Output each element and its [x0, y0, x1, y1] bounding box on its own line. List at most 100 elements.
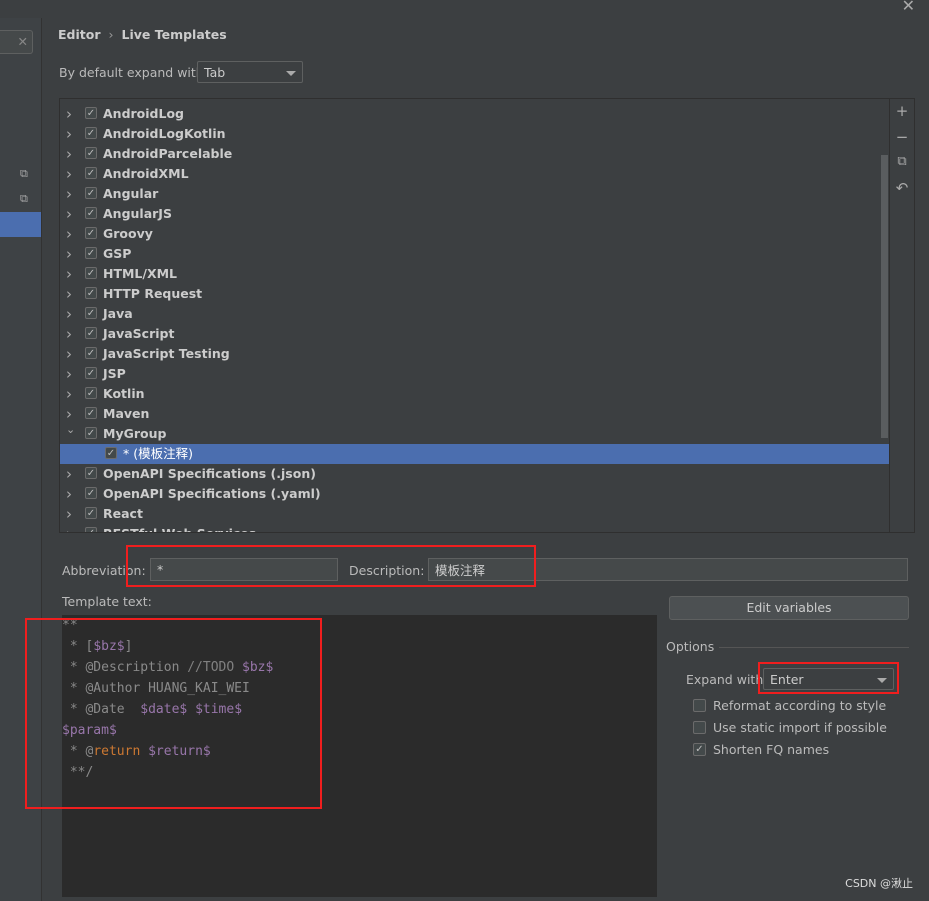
tree-item[interactable]: ⌄ ✓ MyGroup: [60, 423, 889, 444]
tree-item[interactable]: › ✓ AndroidXML: [60, 164, 889, 184]
options-title: Options: [666, 639, 715, 654]
tree-item[interactable]: › ✓ GSP: [60, 244, 889, 264]
tree-item-checkbox[interactable]: ✓: [85, 287, 97, 299]
undo-icon[interactable]: ↶: [894, 179, 910, 197]
chevron-right-icon[interactable]: ›: [66, 164, 72, 184]
annotation-box: [25, 618, 322, 809]
tree-item[interactable]: › ✓ Groovy: [60, 224, 889, 244]
tree-item-label: React: [103, 506, 143, 521]
edit-variables-button[interactable]: Edit variables: [669, 596, 909, 620]
tree-item[interactable]: ✓ * (模板注释): [60, 444, 889, 464]
default-expand-label: By default expand with: [59, 65, 204, 80]
tree-item-checkbox[interactable]: ✓: [105, 447, 117, 459]
tree-item[interactable]: › ✓ Java: [60, 304, 889, 324]
copy-icon[interactable]: ⧉: [894, 154, 910, 169]
chevron-right-icon[interactable]: ›: [66, 464, 72, 484]
tree-item[interactable]: › ✓ AndroidParcelable: [60, 144, 889, 164]
tree-item-checkbox[interactable]: ✓: [85, 467, 97, 479]
tree-item-label: * (模板注释): [123, 446, 193, 461]
chevron-right-icon[interactable]: ›: [66, 304, 72, 324]
option-checkbox[interactable]: ✓ Shorten FQ names: [693, 742, 893, 758]
breadcrumb-separator: ›: [108, 27, 114, 42]
checkbox[interactable]: ✓: [693, 743, 706, 756]
tree-item-label: Maven: [103, 406, 150, 421]
chevron-right-icon[interactable]: ›: [66, 244, 72, 264]
tree-item[interactable]: › ✓ AndroidLog: [60, 104, 889, 124]
chevron-right-icon[interactable]: ›: [66, 204, 72, 224]
tree-item-checkbox[interactable]: ✓: [85, 227, 97, 239]
chevron-right-icon[interactable]: ›: [66, 484, 72, 504]
sidebar-selected-item[interactable]: [0, 212, 41, 237]
tree-item-checkbox[interactable]: ✓: [85, 307, 97, 319]
default-expand-select[interactable]: Tab: [197, 61, 303, 83]
tree-item-checkbox[interactable]: ✓: [85, 327, 97, 339]
chevron-right-icon[interactable]: ›: [66, 264, 72, 284]
tree-item-checkbox[interactable]: ✓: [85, 147, 97, 159]
tree-item-checkbox[interactable]: ✓: [85, 267, 97, 279]
tree-item-checkbox[interactable]: ✓: [85, 407, 97, 419]
checkbox[interactable]: [693, 699, 706, 712]
tree-item[interactable]: › ✓ Kotlin: [60, 384, 889, 404]
chevron-right-icon[interactable]: ›: [66, 344, 72, 364]
chevron-right-icon[interactable]: ›: [66, 104, 72, 124]
checkbox[interactable]: [693, 721, 706, 734]
sidebar-search-clear-icon[interactable]: ✕: [0, 30, 33, 54]
tree-item-checkbox[interactable]: ✓: [85, 507, 97, 519]
chevron-right-icon[interactable]: ›: [66, 124, 72, 144]
tree-item[interactable]: › ✓ AndroidLogKotlin: [60, 124, 889, 144]
tree-item[interactable]: › ✓ JavaScript Testing: [60, 344, 889, 364]
tree-item-label: MyGroup: [103, 426, 167, 441]
option-checkbox[interactable]: Use static import if possible: [693, 720, 893, 736]
tree-item[interactable]: › ✓ Maven: [60, 404, 889, 424]
chevron-right-icon[interactable]: ›: [66, 284, 72, 304]
chevron-down-icon[interactable]: ⌄: [66, 420, 75, 440]
tree-item[interactable]: › ✓ HTTP Request: [60, 284, 889, 304]
options-divider: [719, 647, 909, 648]
tree-item-checkbox[interactable]: ✓: [85, 107, 97, 119]
tree-item-checkbox[interactable]: ✓: [85, 527, 97, 532]
breadcrumb-parent[interactable]: Editor: [58, 27, 101, 42]
close-icon[interactable]: ✕: [902, 0, 915, 15]
tree-item-checkbox[interactable]: ✓: [85, 367, 97, 379]
remove-icon[interactable]: −: [894, 128, 910, 146]
chevron-right-icon[interactable]: ›: [66, 324, 72, 344]
tree-item-checkbox[interactable]: ✓: [85, 127, 97, 139]
tree-item[interactable]: › ✓ OpenAPI Specifications (.json): [60, 464, 889, 484]
breadcrumb-current: Live Templates: [121, 27, 227, 42]
tree-item[interactable]: › ✓ JavaScript: [60, 324, 889, 344]
tree-item[interactable]: › ✓ Angular: [60, 184, 889, 204]
chevron-right-icon[interactable]: ›: [66, 144, 72, 164]
tree-item-label: RESTful Web Services: [103, 524, 256, 532]
chevron-right-icon[interactable]: ›: [66, 504, 72, 524]
option-label: Reformat according to style: [713, 698, 887, 713]
chevron-right-icon[interactable]: ›: [66, 224, 72, 244]
tree-item-checkbox[interactable]: ✓: [85, 347, 97, 359]
tree-scrollbar[interactable]: [881, 155, 888, 438]
annotation-box: [126, 545, 536, 587]
option-label: Shorten FQ names: [713, 742, 830, 757]
tree-item-checkbox[interactable]: ✓: [85, 187, 97, 199]
option-checkbox[interactable]: Reformat according to style: [693, 698, 893, 714]
tree-item[interactable]: › ✓ JSP: [60, 364, 889, 384]
chevron-right-icon[interactable]: ›: [66, 184, 72, 204]
chevron-right-icon[interactable]: ›: [66, 384, 72, 404]
tree-item-label: JavaScript: [103, 326, 175, 341]
tree-item-checkbox[interactable]: ✓: [85, 387, 97, 399]
title-bar: [0, 0, 929, 18]
tree-item-checkbox[interactable]: ✓: [85, 247, 97, 259]
chevron-right-icon[interactable]: ›: [66, 524, 72, 532]
add-icon[interactable]: +: [894, 102, 910, 120]
tree-item[interactable]: › ✓ HTML/XML: [60, 264, 889, 284]
tree-item-checkbox[interactable]: ✓: [85, 427, 97, 439]
tree-item-label: HTTP Request: [103, 286, 203, 301]
tree-item[interactable]: › ✓ OpenAPI Specifications (.yaml): [60, 484, 889, 504]
tree-item-checkbox[interactable]: ✓: [85, 167, 97, 179]
tree-item[interactable]: › ✓ RESTful Web Services: [60, 524, 889, 532]
tree-item-label: Kotlin: [103, 386, 145, 401]
chevron-right-icon[interactable]: ›: [66, 364, 72, 384]
tree-item[interactable]: › ✓ AngularJS: [60, 204, 889, 224]
tree-item-checkbox[interactable]: ✓: [85, 487, 97, 499]
tree-item[interactable]: › ✓ React: [60, 504, 889, 524]
tree-item-checkbox[interactable]: ✓: [85, 207, 97, 219]
tree-item-label: JavaScript Testing: [103, 346, 230, 361]
